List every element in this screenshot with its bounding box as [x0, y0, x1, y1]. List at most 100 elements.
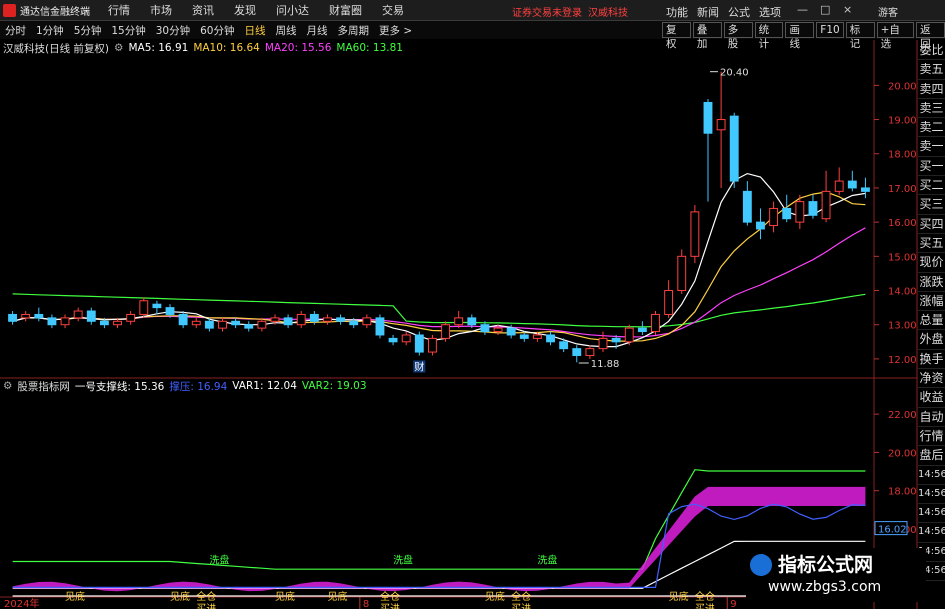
candle-body [664, 290, 674, 315]
signal-label-6: 全仓 [380, 590, 400, 603]
ma5-line [12, 172, 866, 348]
candle-body [191, 320, 201, 326]
candle-body [257, 320, 267, 329]
signal-label-5: 见底 [327, 590, 347, 603]
chart-canvas[interactable]: 20.00 19.00 18.00 17.00 16.00 15.00 14.00 13.00… [0, 0, 945, 609]
sidebar-item-3[interactable]: 卖三 [918, 99, 945, 119]
candle-body [73, 310, 83, 319]
candle-body [506, 327, 516, 336]
candle-body [519, 334, 529, 339]
candle-body [139, 300, 149, 315]
candle-body [309, 313, 319, 322]
signal-label-4: 见底 [275, 590, 295, 603]
high-price-label: 20.40 [720, 68, 749, 79]
sidebar-item-4[interactable]: 卖二 [918, 118, 945, 138]
candle-body [585, 348, 595, 356]
support-line [12, 540, 866, 589]
candle-body [729, 115, 739, 182]
sidebar-item-14[interactable]: 总量 [918, 311, 945, 331]
candle-body [99, 320, 109, 326]
sidebar-item-17[interactable]: 净资 [918, 369, 945, 389]
watermark: 指标公式网 www.zbgs3.com [746, 548, 926, 602]
signal-label-7: 买进 [380, 603, 400, 609]
sidebar-item-18[interactable]: 收益 [918, 388, 945, 408]
sidebar-item-8[interactable]: 买三 [918, 195, 945, 215]
candle-body [480, 324, 490, 333]
candle-body [611, 337, 621, 343]
candle-body [546, 334, 555, 343]
sidebar-item-22[interactable]: 14:56 [918, 466, 945, 485]
current-value-label: 16.02 [878, 525, 907, 536]
price-tick-label: 19.00 [888, 116, 917, 127]
candle-body [493, 327, 503, 333]
candle-body [756, 221, 765, 230]
signal-label-10: 买进 [511, 603, 531, 609]
candle-body [690, 211, 700, 257]
candle-body [218, 320, 227, 329]
sidebar-item-13[interactable]: 涨幅 [918, 292, 945, 312]
candle-body [847, 180, 857, 189]
sidebar-item-1[interactable]: 卖五 [918, 60, 945, 80]
sidebar-item-19[interactable]: 自动 [918, 408, 945, 427]
xaxis-label: 8 [363, 599, 369, 609]
indicator-tick-label: 20.00 [888, 448, 917, 459]
candle-body [795, 201, 805, 223]
signal-label-9: 全仓 [511, 590, 531, 603]
candle-body [244, 324, 254, 329]
signal-label-0: 见底 [65, 590, 85, 603]
candle-body [401, 334, 411, 343]
candle-body [861, 187, 870, 192]
price-tick-label: 12.00 [888, 355, 917, 366]
candle-body [21, 313, 31, 319]
candle-body [60, 317, 70, 326]
candle-body [204, 320, 214, 329]
candle-body [677, 255, 687, 292]
signal-label-3: 买进 [196, 603, 216, 609]
sidebar-item-9[interactable]: 买四 [918, 215, 945, 234]
sidebar-item-25[interactable]: 14:56 [918, 523, 945, 543]
sidebar-item-12[interactable]: 涨跌 [918, 273, 945, 292]
price-tick-label: 17.00 [888, 184, 917, 195]
signal-label-2: 全仓 [196, 590, 216, 603]
indicator-band-magenta [12, 486, 866, 592]
watermark-logo-icon [750, 554, 772, 576]
sidebar-item-2[interactable]: 卖四 [918, 80, 945, 99]
quote-sidebar: 委比 卖五 卖四 卖三 卖二 卖一 买一 买二 买三 买四 买五 现价 涨跌 涨幅 总量 外盘 换手 净资 收益 自动… [918, 41, 945, 582]
price-tick-label: 15.00 [888, 252, 917, 263]
signal-label-13: 买进 [695, 603, 715, 609]
sidebar-item-24[interactable]: 14:56 [918, 504, 945, 524]
price-tick-label: 18.00 [888, 150, 917, 161]
signal-label-12: 全仓 [695, 590, 715, 603]
candle-body [362, 317, 372, 326]
finance-mark: 财 [414, 360, 424, 373]
sidebar-item-15[interactable]: 外盘 [918, 330, 945, 350]
candle-body [336, 317, 346, 322]
sidebar-item-23[interactable]: 14:56 [918, 485, 945, 505]
watermark-line1: 指标公式网 [778, 554, 874, 576]
sidebar-item-7[interactable]: 买二 [918, 176, 945, 196]
candle-body [414, 334, 424, 353]
sidebar-item-20[interactable]: 行情 [918, 427, 945, 447]
indicator-tick-label: 22.00 [888, 410, 917, 421]
candle-body [441, 324, 450, 339]
sidebar-item-16[interactable]: 换手 [918, 350, 945, 370]
candle-body [349, 320, 359, 326]
signal-label-1: 见底 [170, 590, 190, 603]
candle-body [283, 317, 293, 326]
sidebar-item-0[interactable]: 委比 [918, 41, 945, 61]
candle-body [703, 101, 713, 134]
sidebar-item-5[interactable]: 卖一 [918, 137, 945, 157]
sidebar-item-6[interactable]: 买一 [918, 157, 945, 177]
candle-body [178, 313, 188, 326]
xaxis-label: 2024年 [4, 597, 39, 609]
var2-line [12, 469, 866, 570]
candle-body [323, 317, 332, 322]
sidebar-item-11[interactable]: 现价 [918, 253, 945, 273]
wash-label-1: 洗盘 [393, 553, 413, 566]
candle-body [769, 207, 779, 227]
candle-body [296, 313, 306, 326]
ma20-line [12, 227, 866, 338]
sidebar-item-10[interactable]: 买五 [918, 234, 945, 254]
sidebar-item-21[interactable]: 盘后 [918, 446, 945, 466]
watermark-line2: www.zbgs3.com [768, 579, 882, 595]
